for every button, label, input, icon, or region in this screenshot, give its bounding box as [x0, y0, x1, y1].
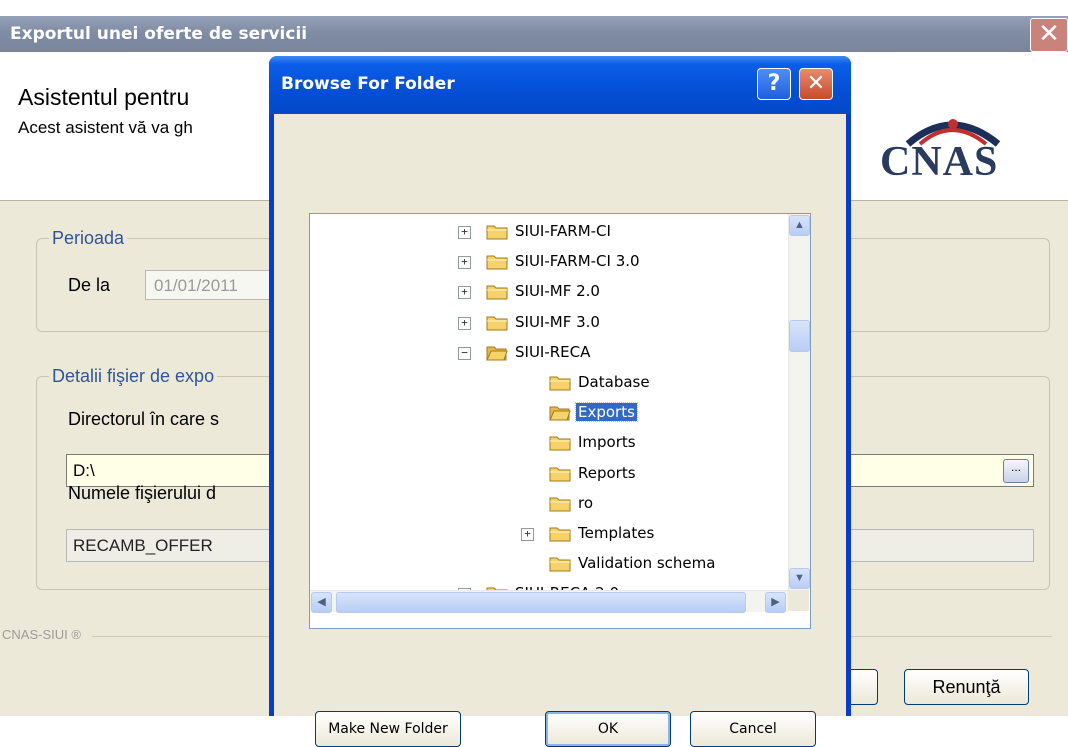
tree-item-label: Exports — [575, 402, 638, 423]
horizontal-scroll-thumb[interactable] — [336, 592, 746, 613]
tree-item-label: SIUI-FARM-CI 3.0 — [515, 252, 640, 271]
scroll-right-button[interactable]: ▶ — [765, 592, 786, 613]
make-new-folder-button[interactable]: Make New Folder — [315, 711, 461, 747]
dialog-close-button[interactable]: ✕ — [799, 68, 833, 100]
filename-label: Numele fişierului d — [68, 483, 217, 503]
wizard-subtitle: Acest asistent vă va gh — [18, 118, 193, 137]
folder-icon — [549, 376, 571, 391]
vertical-scrollbar[interactable]: ▲ ▼ — [788, 214, 810, 590]
footer-label: CNAS-SIUI ® — [2, 627, 81, 642]
scroll-up-button[interactable]: ▲ — [789, 215, 810, 236]
date-from-input[interactable]: 01/01/2011 — [145, 270, 285, 300]
dialog-body: + SIUI-FARM-CI + SIUI-FARM-CI 3.0 + SIUI-MF 2… — [274, 114, 846, 747]
scrollbar-corner — [788, 590, 809, 611]
tree-item[interactable]: Database — [310, 370, 780, 396]
expand-icon[interactable]: + — [458, 226, 471, 239]
tree-item[interactable]: + SIUI-MF 3.0 — [310, 310, 780, 336]
folder-icon — [486, 316, 508, 331]
date-from-label: De la — [68, 275, 111, 295]
tree-item-label: Imports — [578, 433, 636, 452]
folder-icon — [549, 557, 571, 572]
tree-item-label: SIUI-RECA — [515, 342, 591, 361]
tree-item[interactable]: Imports — [310, 430, 780, 456]
tree-item[interactable]: + SIUI-MF 2.0 — [310, 279, 780, 305]
ok-button[interactable]: OK — [545, 711, 671, 747]
dialog-titlebar[interactable]: Browse For Folder ? ✕ — [269, 56, 851, 114]
wizard-cancel-button[interactable]: Renunţă — [904, 669, 1029, 705]
collapse-icon[interactable]: − — [458, 346, 471, 360]
tree-item-label: SIUI-MF 3.0 — [515, 312, 600, 331]
folder-icon — [486, 285, 508, 300]
dialog-title: Browse For Folder — [281, 74, 455, 94]
tree-item[interactable]: Validation schema — [310, 551, 780, 577]
tree-item-label: SIUI-FARM-CI — [515, 222, 611, 240]
tree-item-label: Validation schema — [578, 554, 716, 573]
export-details-legend: Detalii fişier de expo — [49, 366, 218, 387]
tree-item[interactable]: + SIUI-FARM-CI — [310, 219, 780, 245]
main-titlebar[interactable]: Exportul unei oferte de servicii ✕ — [0, 16, 1068, 52]
main-window-title: Exportul unei oferte de servicii — [10, 24, 308, 44]
directory-label: Directorul în care s — [68, 409, 220, 429]
tree-item[interactable]: + Templates — [310, 521, 780, 547]
folder-icon — [486, 225, 508, 240]
tree-item-label: SIUI-MF 2.0 — [515, 282, 600, 301]
browse-folder-dialog: Browse For Folder ? ✕ + SIUI-FARM-CI + SIUI… — [269, 56, 851, 747]
expand-icon[interactable]: + — [458, 286, 471, 300]
tree-item-label: Database — [578, 373, 650, 391]
open-folder-icon — [486, 346, 508, 361]
directory-browse-button[interactable]: ... — [1003, 459, 1029, 483]
cnas-logo: CNAS — [880, 108, 1050, 198]
cnas-logo-text: CNAS — [880, 139, 999, 185]
folder-icon — [549, 497, 571, 512]
scroll-down-button[interactable]: ▼ — [789, 568, 810, 589]
tree-item-label: ro — [578, 493, 594, 512]
tree-item[interactable]: − SIUI-RECA — [310, 340, 780, 366]
vertical-scroll-thumb[interactable] — [789, 320, 810, 352]
open-folder-icon — [549, 406, 571, 421]
folder-icon — [486, 255, 508, 270]
expand-icon[interactable]: + — [458, 316, 471, 330]
help-button[interactable]: ? — [757, 68, 791, 100]
tree-item[interactable]: Exports — [310, 400, 780, 426]
horizontal-scrollbar[interactable]: ◀ ▶ — [310, 590, 788, 613]
folder-icon — [549, 527, 571, 542]
tree-item-label: Templates — [578, 524, 655, 542]
tree-item[interactable]: + SIUI-FARM-CI 3.0 — [310, 249, 780, 275]
expand-icon[interactable]: + — [458, 256, 471, 270]
main-close-button[interactable]: ✕ — [1030, 18, 1068, 52]
folder-icon — [549, 436, 571, 451]
cancel-button[interactable]: Cancel — [690, 711, 816, 747]
period-legend: Perioada — [49, 228, 128, 249]
folder-icon — [549, 467, 571, 482]
tree-item[interactable]: ro — [310, 491, 780, 517]
folder-tree[interactable]: + SIUI-FARM-CI + SIUI-FARM-CI 3.0 + SIUI-MF 2… — [309, 213, 811, 629]
expand-icon[interactable]: + — [521, 528, 534, 541]
tree-item-label: Reports — [578, 463, 636, 482]
wizard-title: Asistentul pentru — [18, 84, 190, 110]
tree-item[interactable]: Reports — [310, 461, 780, 487]
scroll-left-button[interactable]: ◀ — [311, 592, 332, 613]
